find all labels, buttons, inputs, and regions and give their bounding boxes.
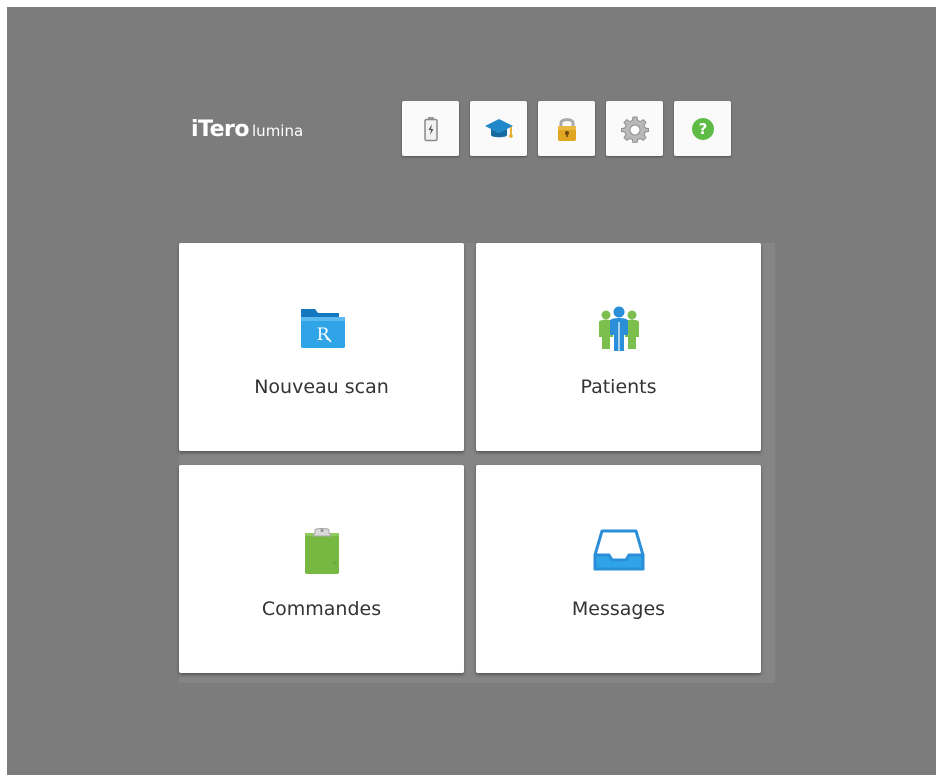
main-tiles-grid: R Nouveau scan Patients > Commandes Mess… [179,243,775,683]
lock-button[interactable] [538,101,595,156]
settings-button[interactable] [606,101,663,156]
rx-folder-icon: R [299,305,345,349]
app-logo: iTero lumina [191,117,303,157]
gear-icon [620,115,649,143]
patients-group-icon [595,305,643,353]
orders-tile[interactable]: > Commandes [179,465,464,673]
logo-product: lumina [252,122,304,140]
messages-label: Messages [571,598,666,620]
svg-text:R: R [316,325,330,345]
lock-icon [556,115,578,143]
graduation-cap-icon [484,116,514,142]
help-icon: ? [691,117,715,141]
patients-tile[interactable]: Patients [476,243,761,451]
messages-tile[interactable]: Messages [476,465,761,673]
svg-text:?: ? [698,120,707,138]
new-scan-label: Nouveau scan [254,376,389,398]
home-screen: iTero lumina ? R Nouveau scan Patients >… [7,7,936,775]
help-button[interactable]: ? [674,101,731,156]
new-scan-tile[interactable]: R Nouveau scan [179,243,464,451]
toolbar: ? [402,101,731,156]
inbox-tray-icon [593,527,645,573]
orders-label: Commandes [261,598,382,620]
battery-icon [423,116,439,142]
battery-button[interactable] [402,101,459,156]
patients-label: Patients [580,376,657,398]
logo-brand: iTero [191,117,250,142]
svg-text:>: > [332,559,338,567]
clipboard-icon: > [302,527,342,575]
training-button[interactable] [470,101,527,156]
